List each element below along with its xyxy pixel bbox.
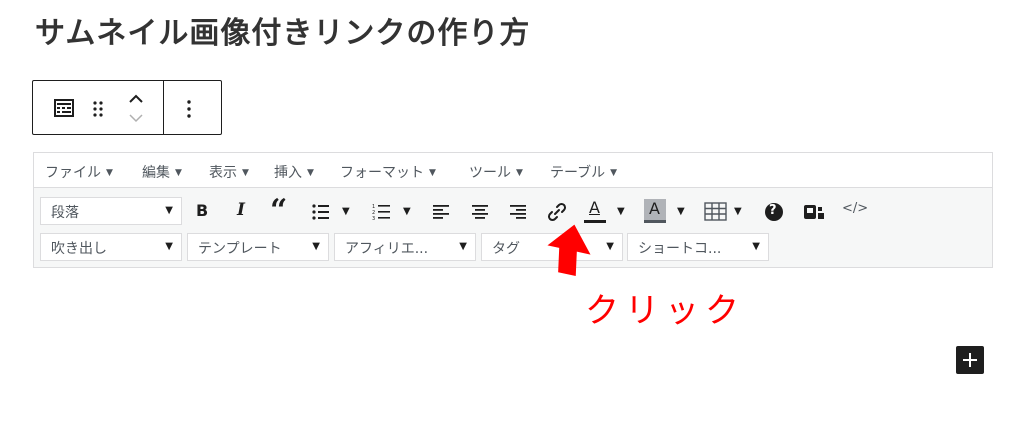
menu-edit[interactable]: 編集 ▼ — [142, 162, 182, 182]
toolbar-divider — [163, 81, 164, 134]
page-title: サムネイル画像付きリンクの作り方 — [35, 16, 531, 51]
code-button[interactable]: </> — [842, 201, 868, 216]
toolbar-row-1: 段落 ▼ B I “ ▼ 1 2 3 ▼ A ▼ A ▼ ▼ ? </> — [34, 193, 992, 231]
affiliate-select[interactable]: アフィリエ... ▼ — [334, 233, 476, 261]
drag-handle-icon[interactable] — [91, 100, 105, 118]
caret-down-icon[interactable]: ▼ — [677, 206, 685, 217]
align-left-icon[interactable] — [432, 203, 450, 221]
blockquote-button[interactable]: “ — [270, 193, 287, 228]
bold-button[interactable]: B — [196, 201, 208, 220]
caret-down-icon: ▼ — [175, 168, 182, 178]
shortcode-select[interactable]: ショートコ... ▼ — [627, 233, 769, 261]
caret-down-icon[interactable]: ▼ — [403, 206, 411, 217]
plus-icon — [963, 353, 977, 367]
menu-view[interactable]: 表示 ▼ — [209, 162, 249, 182]
caret-down-icon: ▼ — [307, 168, 314, 178]
caret-down-icon: ▼ — [429, 168, 436, 178]
menu-insert[interactable]: 挿入 ▼ — [274, 162, 314, 182]
text-color-button[interactable]: A — [589, 198, 600, 217]
caret-down-icon: ▼ — [312, 241, 320, 252]
caret-down-icon: ▼ — [242, 168, 249, 178]
annotation-label: クリック — [585, 291, 745, 331]
move-down-icon[interactable] — [127, 111, 145, 125]
italic-button[interactable]: I — [237, 200, 245, 220]
caret-down-icon: ▼ — [459, 241, 467, 252]
menu-format[interactable]: フォーマット ▼ — [340, 162, 436, 182]
more-options-icon[interactable] — [185, 99, 193, 119]
help-icon[interactable]: ? — [765, 203, 783, 221]
classic-block-icon[interactable] — [53, 98, 75, 118]
caret-down-icon[interactable]: ▼ — [342, 206, 350, 217]
bg-color-swatch — [644, 220, 666, 223]
table-icon[interactable] — [704, 201, 728, 223]
caret-down-icon[interactable]: ▼ — [734, 206, 742, 217]
caret-down-icon: ▼ — [606, 241, 614, 252]
align-center-icon[interactable] — [471, 203, 489, 221]
classic-editor: ファイル ▼ 編集 ▼ 表示 ▼ 挿入 ▼ フォーマット ▼ ツール ▼ テーブル ▼ 段落 … — [33, 152, 993, 268]
svg-text:3: 3 — [372, 216, 375, 222]
link-icon[interactable] — [546, 201, 568, 223]
caret-down-icon: ▼ — [165, 205, 173, 216]
template-select[interactable]: テンプレート ▼ — [187, 233, 329, 261]
annotation-arrow-icon — [547, 224, 591, 276]
add-block-button[interactable] — [956, 346, 984, 374]
caret-down-icon: ▼ — [106, 168, 113, 178]
caret-down-icon: ▼ — [610, 168, 618, 178]
background-color-button[interactable]: A — [644, 199, 666, 220]
caret-down-icon: ▼ — [165, 241, 173, 252]
numbered-list-icon[interactable]: 1 2 3 — [372, 202, 392, 222]
speech-bubble-select[interactable]: 吹き出し ▼ — [40, 233, 182, 261]
align-right-icon[interactable] — [509, 203, 527, 221]
block-toolbar — [32, 80, 222, 135]
editor-menubar: ファイル ▼ 編集 ▼ 表示 ▼ 挿入 ▼ フォーマット ▼ ツール ▼ テーブル ▼ — [34, 153, 992, 188]
menu-table[interactable]: テーブル ▼ — [550, 162, 617, 182]
caret-down-icon: ▼ — [752, 241, 760, 252]
bullet-list-icon[interactable] — [311, 203, 331, 221]
toolbar-row-2: 吹き出し ▼ テンプレート ▼ アフィリエ... ▼ タグ ▼ ショートコ...… — [34, 231, 992, 267]
caret-down-icon: ▼ — [516, 168, 523, 178]
move-up-icon[interactable] — [127, 92, 145, 106]
menu-tools[interactable]: ツール ▼ — [469, 162, 523, 182]
format-select[interactable]: 段落 ▼ — [40, 197, 182, 225]
custom-plugin-icon[interactable] — [802, 201, 826, 223]
caret-down-icon[interactable]: ▼ — [617, 206, 625, 217]
menu-file[interactable]: ファイル ▼ — [45, 162, 113, 182]
